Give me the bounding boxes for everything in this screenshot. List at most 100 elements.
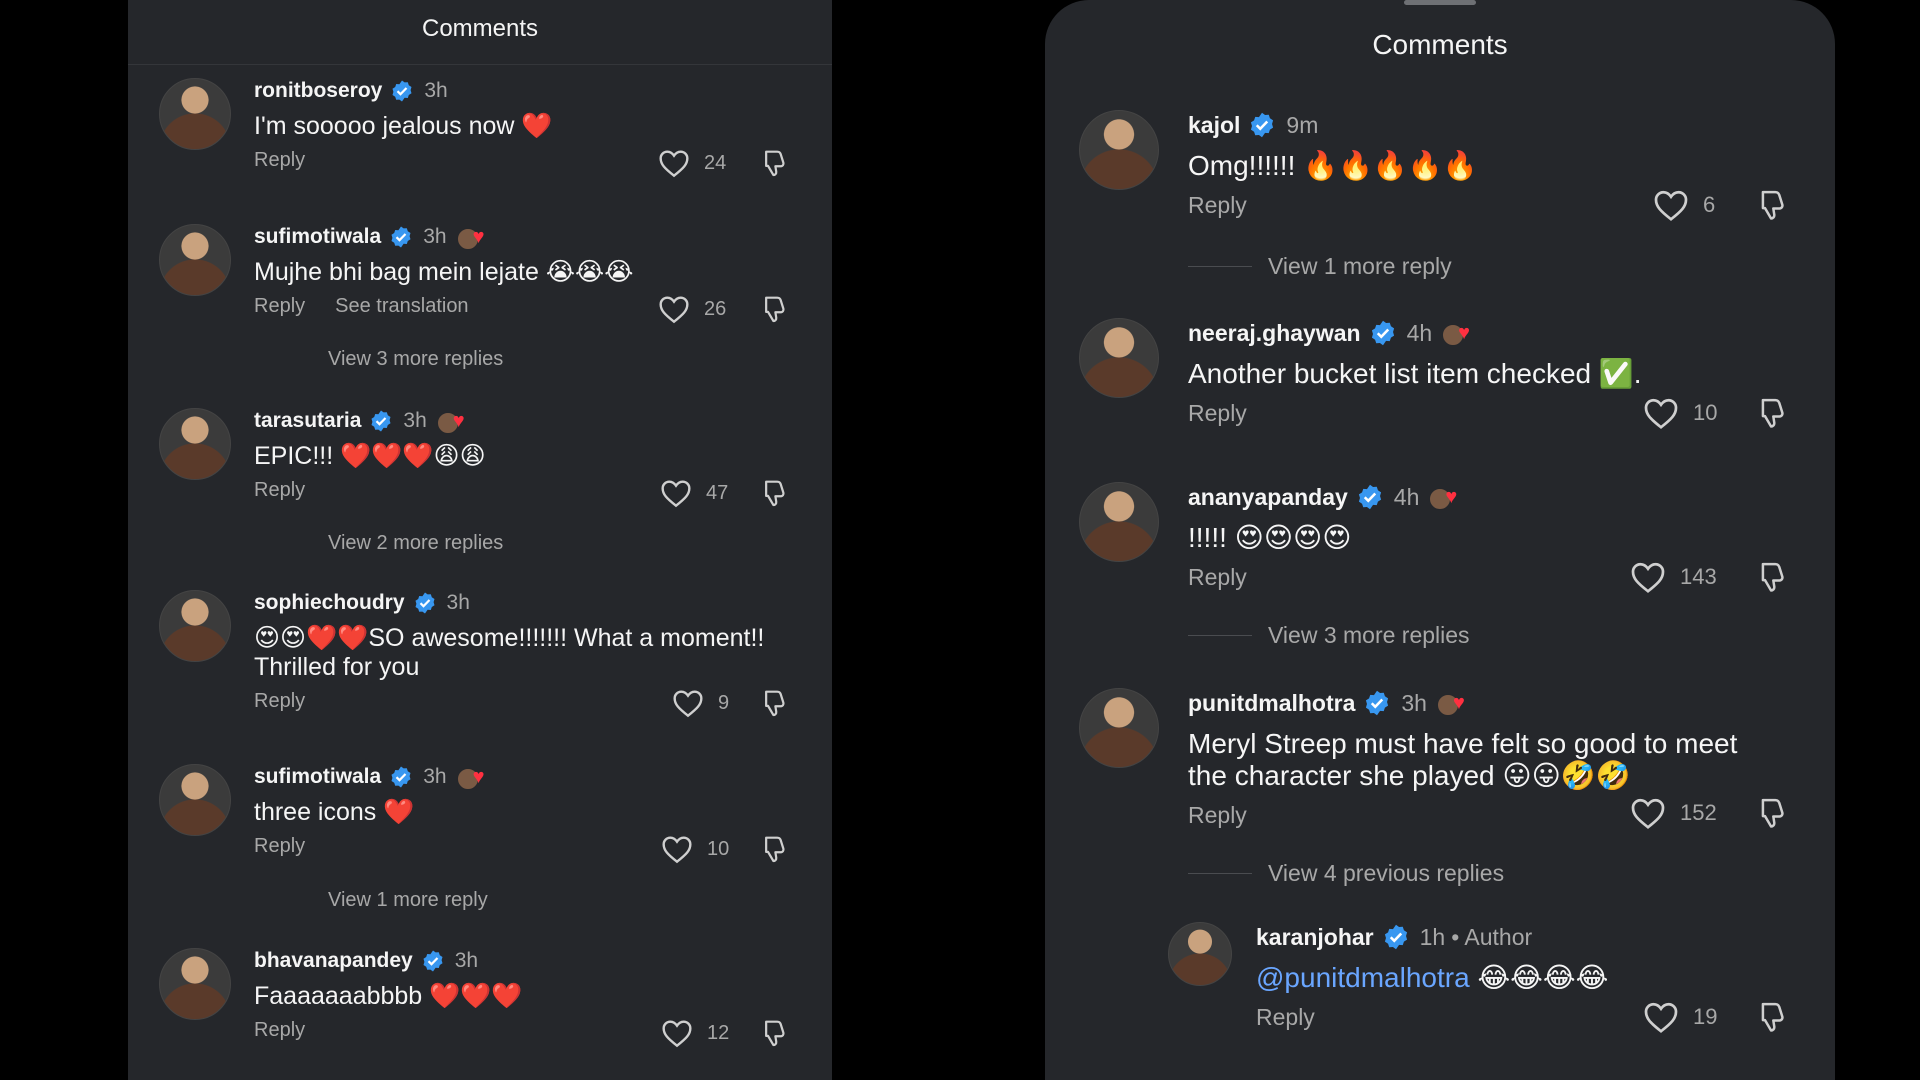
dislike-icon[interactable] (1757, 188, 1791, 224)
timestamp: 3h (446, 591, 470, 614)
comments-panel-right: Comments kajol 9m Omg!!!!!! 🔥🔥🔥🔥🔥 Reply … (1045, 0, 1835, 1080)
like-button[interactable]: 24 (658, 148, 740, 178)
username[interactable]: karanjohar (1256, 924, 1374, 951)
verified-badge-icon (1369, 319, 1397, 347)
like-button[interactable]: 10 (1643, 396, 1735, 430)
dislike-icon[interactable] (1757, 560, 1791, 596)
heart-outline-icon[interactable] (1643, 1000, 1679, 1034)
heart-outline-icon[interactable] (1630, 796, 1666, 830)
avatar[interactable] (1079, 482, 1159, 562)
view-more-replies[interactable]: View 2 more replies (328, 532, 503, 555)
heart-outline-icon[interactable] (1643, 396, 1679, 430)
verified-badge-icon (421, 949, 445, 973)
like-button[interactable]: 19 (1643, 1000, 1735, 1034)
like-button[interactable]: 12 (661, 1018, 743, 1048)
reply-button[interactable]: Reply (254, 835, 305, 858)
heart-outline-icon[interactable] (661, 834, 693, 864)
avatar[interactable] (1079, 688, 1159, 768)
dislike-icon[interactable] (761, 688, 791, 720)
like-button[interactable]: 9 (672, 688, 754, 718)
reply-button[interactable]: Reply (254, 690, 305, 713)
verified-badge-icon (1382, 923, 1410, 951)
avatar[interactable] (159, 948, 231, 1020)
avatar[interactable] (1079, 110, 1159, 190)
heart-outline-icon[interactable] (1653, 188, 1689, 222)
username[interactable]: neeraj.ghaywan (1188, 320, 1361, 347)
mention-link[interactable]: @punitdmalhotra (1256, 962, 1470, 993)
comment-text: !!!!! 😍😍😍😍 (1188, 522, 1352, 553)
dislike-icon[interactable] (761, 478, 791, 510)
verified-badge-icon (389, 765, 413, 789)
dislike-icon[interactable] (761, 1018, 791, 1050)
comments-panel-left: Comments ronitboseroy 3h I'm sooooo jeal… (128, 0, 832, 1080)
reply-button[interactable]: Reply (1256, 1004, 1315, 1031)
reply-button[interactable]: Reply (1188, 564, 1247, 591)
username[interactable]: sufimotiwala (254, 765, 381, 789)
view-more-replies[interactable]: View 1 more reply (1188, 253, 1452, 280)
liked-by-author-badge: ♥ (436, 410, 477, 434)
heart-outline-icon[interactable] (1630, 560, 1666, 594)
heart-outline-icon[interactable] (660, 478, 692, 508)
username[interactable]: kajol (1188, 112, 1240, 139)
avatar[interactable] (159, 224, 231, 296)
view-previous-replies[interactable]: View 4 previous replies (1188, 860, 1504, 887)
comment-text: I'm sooooo jealous now ❤️ (254, 112, 553, 140)
comment-text: Faaaaaaabbbb ❤️❤️❤️ (254, 982, 523, 1010)
dislike-icon[interactable] (1757, 796, 1791, 832)
reply-button[interactable]: Reply (254, 1019, 305, 1042)
dislike-icon[interactable] (761, 834, 791, 866)
avatar[interactable] (1168, 922, 1232, 986)
username[interactable]: ananyapanday (1188, 484, 1348, 511)
like-button[interactable]: 143 (1630, 560, 1722, 594)
verified-badge-icon (390, 79, 414, 103)
avatar[interactable] (1079, 318, 1159, 398)
view-more-replies[interactable]: View 3 more replies (1188, 622, 1470, 649)
reply-button[interactable]: Reply (1188, 802, 1247, 829)
like-button[interactable]: 6 (1653, 188, 1745, 222)
verified-badge-icon (1248, 111, 1276, 139)
heart-outline-icon[interactable] (658, 148, 690, 178)
dislike-icon[interactable] (1757, 396, 1791, 432)
dislike-icon[interactable] (761, 294, 791, 326)
timestamp: 3h (424, 79, 448, 102)
username[interactable]: ronitboseroy (254, 79, 382, 103)
reply-button[interactable]: Reply (1188, 400, 1247, 427)
liked-by-author-badge: ♥ (456, 226, 497, 250)
view-more-replies[interactable]: View 3 more replies (328, 348, 503, 371)
like-button[interactable]: 26 (658, 294, 740, 324)
heart-outline-icon[interactable] (661, 1018, 693, 1048)
dislike-icon[interactable] (761, 148, 791, 180)
dislike-icon[interactable] (1757, 1000, 1791, 1036)
avatar[interactable] (159, 78, 231, 150)
username[interactable]: sufimotiwala (254, 225, 381, 249)
reply-button[interactable]: Reply (1188, 192, 1247, 219)
verified-badge-icon (389, 225, 413, 249)
comment-emoji: 😂😂😂😂 (1477, 962, 1609, 993)
avatar[interactable] (159, 408, 231, 480)
timestamp: 3h (454, 949, 479, 972)
like-button[interactable]: 10 (661, 834, 743, 864)
like-button[interactable]: 47 (660, 478, 742, 508)
comment-text: Another bucket list item checked ✅. (1188, 358, 1642, 389)
reply-button[interactable]: Reply (254, 295, 305, 318)
timestamp: 9m (1286, 111, 1319, 138)
verified-badge-icon (1363, 689, 1391, 717)
comments-header: Comments (128, 0, 832, 65)
reply-button[interactable]: Reply (254, 479, 305, 502)
avatar[interactable] (159, 590, 231, 662)
see-translation-button[interactable]: See translation (335, 295, 468, 318)
heart-outline-icon[interactable] (658, 294, 690, 324)
reply-button[interactable]: Reply (254, 149, 305, 172)
verified-badge-icon (413, 591, 437, 615)
avatar[interactable] (159, 764, 231, 836)
like-count: 9 (718, 691, 730, 714)
drag-handle[interactable] (1404, 0, 1476, 5)
username[interactable]: punitdmalhotra (1188, 690, 1355, 717)
username[interactable]: sophiechoudry (254, 591, 405, 615)
view-more-replies[interactable]: View 1 more reply (328, 889, 488, 912)
username[interactable]: tarasutaria (254, 409, 361, 433)
timestamp: 3h (423, 765, 447, 788)
username[interactable]: bhavanapandey (254, 949, 413, 973)
like-button[interactable]: 152 (1630, 796, 1722, 830)
heart-outline-icon[interactable] (672, 688, 704, 718)
